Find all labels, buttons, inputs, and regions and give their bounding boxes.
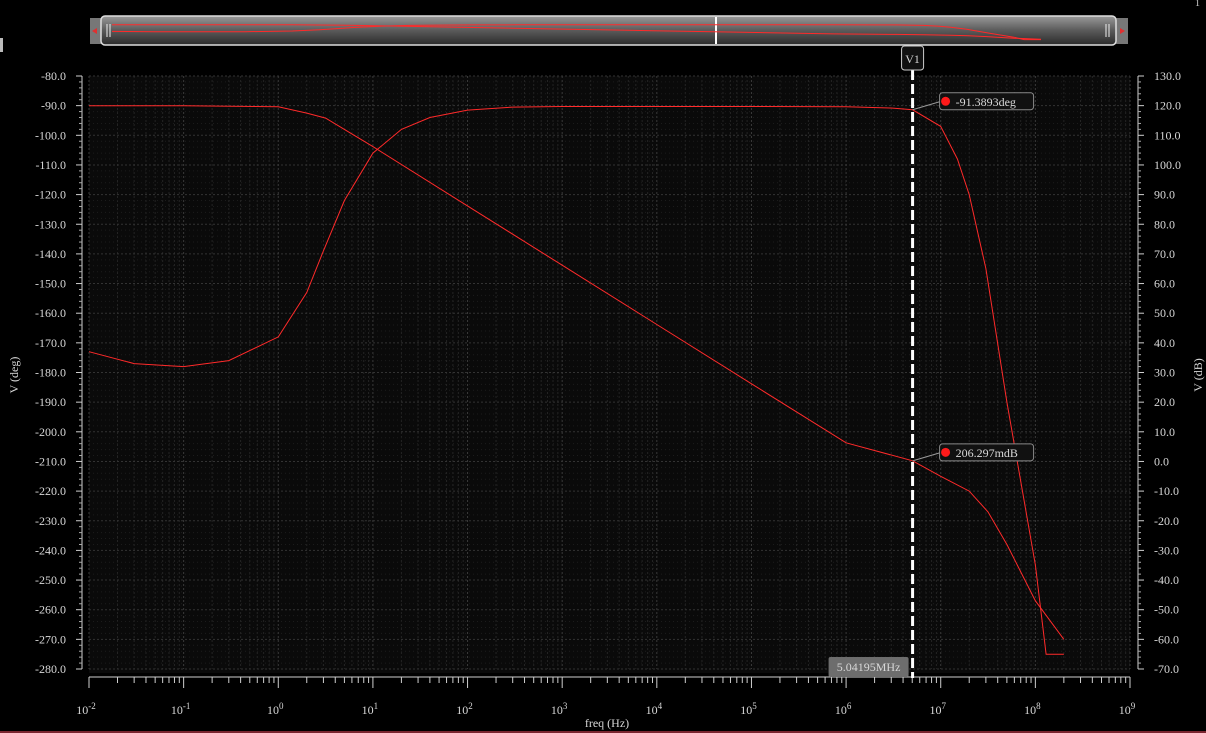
x-tick-label: 102 — [456, 701, 473, 717]
x-tick-label: 103 — [551, 701, 568, 717]
right-y-tick-label: 40.0 — [1154, 336, 1175, 350]
x-tick-label: 106 — [835, 701, 852, 717]
right-y-tick-label: 20.0 — [1154, 395, 1175, 409]
left-y-tick-label: -180.0 — [35, 366, 66, 380]
right-y-tick-label: 120.0 — [1154, 99, 1181, 113]
left-y-tick-label: -230.0 — [35, 514, 66, 528]
x-tick-label: 108 — [1024, 701, 1041, 717]
x-tick-label: 10-1 — [171, 701, 191, 717]
left-y-tick-label: -190.0 — [35, 395, 66, 409]
right-y-tick-label: -40.0 — [1154, 573, 1179, 587]
right-y-tick-label: 90.0 — [1154, 188, 1175, 202]
right-y-tick-label: 50.0 — [1154, 306, 1175, 320]
right-y-tick-label: -10.0 — [1154, 484, 1179, 498]
left-y-tick-label: -220.0 — [35, 484, 66, 498]
x-tick-label: 10-2 — [76, 701, 96, 717]
left-y-tick-label: -140.0 — [35, 247, 66, 261]
left-y-tick-label: -80.0 — [41, 69, 66, 83]
marker-label: 206.297mdB — [956, 446, 1018, 460]
left-y-tick-label: -100.0 — [35, 128, 66, 142]
left-y-tick-label: -280.0 — [35, 662, 66, 676]
right-y-tick-label: -50.0 — [1154, 603, 1179, 617]
marker-label: -91.3893deg — [956, 95, 1016, 109]
x-tick-label: 101 — [362, 701, 379, 717]
x-axis-title: freq (Hz) — [585, 716, 629, 730]
right-y-tick-label: 10.0 — [1154, 425, 1175, 439]
right-y-tick-label: -20.0 — [1154, 514, 1179, 528]
left-axis-title: V (deg) — [7, 357, 21, 394]
left-y-tick-label: -110.0 — [35, 158, 66, 172]
x-tick-label: 104 — [646, 701, 663, 717]
right-y-tick-label: -70.0 — [1154, 662, 1179, 676]
overview-scrollbar[interactable] — [90, 15, 1128, 46]
right-y-tick-label: 110.0 — [1154, 128, 1181, 142]
right-y-tick-label: 0.0 — [1154, 454, 1169, 468]
left-y-tick-label: -250.0 — [35, 573, 66, 587]
grid-lines — [88, 75, 1131, 670]
right-y-tick-label: 130.0 — [1154, 69, 1181, 83]
left-y-tick-label: -90.0 — [41, 99, 66, 113]
marker-dot — [941, 447, 951, 457]
right-axis-title: V (dB) — [1191, 358, 1205, 391]
left-y-tick-label: -210.0 — [35, 454, 66, 468]
right-y-tick-label: -30.0 — [1154, 543, 1179, 557]
left-y-tick-label: -130.0 — [35, 217, 66, 231]
left-y-tick-label: -200.0 — [35, 425, 66, 439]
x-tick-label: 109 — [1119, 701, 1136, 717]
right-y-tick-label: 100.0 — [1154, 158, 1181, 172]
right-y-tick-label: 70.0 — [1154, 247, 1175, 261]
x-axis-ticks: 10-2 10-1 100 101 102 103 104 105 106 107 108 109 — [76, 677, 1136, 717]
x-tick-label: 100 — [267, 701, 284, 717]
marker-dot — [941, 96, 951, 106]
cursor-freq-label: 5.04195MHz — [837, 660, 901, 674]
left-y-tick-label: -170.0 — [35, 336, 66, 350]
left-y-tick-label: -160.0 — [35, 306, 66, 320]
left-y-tick-label: -240.0 — [35, 543, 66, 557]
left-y-tick-label: -270.0 — [35, 632, 66, 646]
right-y-tick-label: 30.0 — [1154, 366, 1175, 380]
left-y-tick-label: -120.0 — [35, 188, 66, 202]
cursor-name-label: V1 — [905, 52, 920, 66]
left-y-tick-label: -150.0 — [35, 277, 66, 291]
plot-area — [89, 76, 1130, 673]
x-tick-label: 105 — [740, 701, 757, 717]
right-y-tick-label: 60.0 — [1154, 277, 1175, 291]
bode-plot: 10-2 10-1 100 101 102 103 104 105 106 107 108 109 -… — [7, 15, 1205, 730]
left-y-tick-label: -260.0 — [35, 603, 66, 617]
right-y-tick-label: -60.0 — [1154, 632, 1179, 646]
x-tick-label: 107 — [929, 701, 946, 717]
right-y-tick-label: 80.0 — [1154, 217, 1175, 231]
